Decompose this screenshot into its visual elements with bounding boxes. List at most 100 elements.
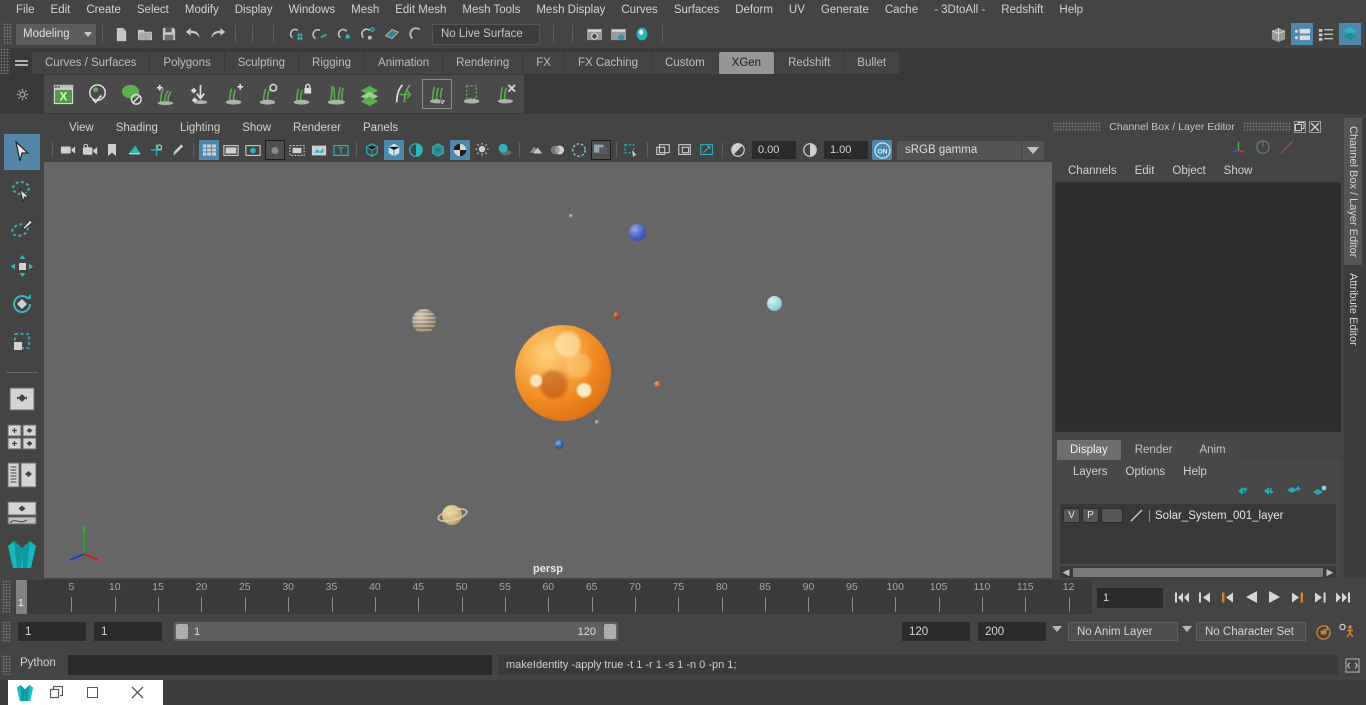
new-layer-icon[interactable]	[1286, 485, 1302, 500]
motion-blur-icon[interactable]	[547, 140, 567, 160]
layer-row[interactable]: V P Solar_System_001_layer	[1063, 507, 1333, 524]
menu-item-mesh-tools[interactable]: Mesh Tools	[454, 0, 528, 20]
attribute-editor-icon[interactable]	[1339, 23, 1361, 45]
menu-item-create[interactable]: Create	[78, 0, 129, 20]
go-to-end-icon[interactable]	[1333, 586, 1353, 608]
hypershade-icon[interactable]	[1315, 23, 1337, 45]
color-management-toggle-icon[interactable]: ON	[872, 140, 892, 160]
slash-icon[interactable]	[1279, 139, 1295, 158]
menu-item-3dtoall[interactable]: - 3DtoAll -	[926, 0, 993, 20]
persp-graph-layout[interactable]	[4, 495, 40, 531]
menu-item-deform[interactable]: Deform	[727, 0, 781, 20]
anim-layer-field[interactable]: No Anim Layer	[1068, 622, 1178, 641]
character-set-dropdown-icon[interactable]	[1182, 626, 1192, 632]
layer-editor-menu-layers[interactable]: Layers	[1064, 462, 1117, 482]
panel-grip-left[interactable]	[1053, 122, 1102, 132]
shelf-tab-polygons[interactable]: Polygons	[150, 52, 224, 74]
layer-editor-menu-options[interactable]: Options	[1117, 462, 1175, 482]
menu-item-windows[interactable]: Windows	[280, 0, 343, 20]
menu-item-file[interactable]: File	[8, 0, 43, 20]
render-sequence-icon[interactable]	[607, 23, 629, 45]
outliner-icon[interactable]	[1267, 23, 1289, 45]
scale-tool[interactable]	[4, 324, 40, 360]
layer-editor-tab-anim[interactable]: Anim	[1186, 440, 1239, 460]
menu-item-display[interactable]: Display	[227, 0, 281, 20]
menu-item-modify[interactable]: Modify	[177, 0, 227, 20]
shelf-tab-redshift[interactable]: Redshift	[775, 52, 844, 74]
animation-end-field[interactable]: 200	[978, 622, 1046, 641]
channel-box-menu-show[interactable]: Show	[1215, 160, 1262, 182]
ipr-render-icon[interactable]	[631, 23, 653, 45]
viewport-menu-panels[interactable]: Panels	[352, 118, 409, 138]
shelf-grip[interactable]	[0, 48, 10, 74]
current-frame-field[interactable]: 1	[1097, 588, 1163, 608]
shelf-tab-fx[interactable]: FX	[523, 52, 564, 74]
range-start-field[interactable]: 1	[94, 622, 162, 641]
layer-display-type-toggle[interactable]	[1101, 508, 1123, 523]
range-handle-left[interactable]	[176, 624, 188, 639]
menu-item-select[interactable]: Select	[129, 0, 177, 20]
make-live-icon[interactable]	[405, 23, 427, 45]
xgen-preview-disable-icon[interactable]	[114, 77, 148, 111]
anim-layer-dropdown-icon[interactable]	[1052, 626, 1062, 632]
film-gate-display-icon[interactable]	[675, 140, 695, 160]
scene-object-jupiter[interactable]	[412, 309, 436, 333]
node-editor-icon[interactable]	[1291, 23, 1313, 45]
layer-list[interactable]: V P Solar_System_001_layer	[1060, 504, 1336, 564]
delete-guide-icon[interactable]	[488, 77, 522, 111]
new-scene-icon[interactable]	[110, 23, 132, 45]
close-icon[interactable]	[1309, 121, 1321, 133]
viewport-menu-view[interactable]: View	[58, 118, 105, 138]
lighting-icon[interactable]	[472, 140, 492, 160]
scroll-left-icon[interactable]: ◀	[1060, 567, 1072, 578]
single-perspective-view-layout[interactable]	[4, 381, 40, 417]
step-forward-frame-icon[interactable]	[1287, 586, 1307, 608]
shadows-icon[interactable]	[494, 140, 514, 160]
range-slider-bar[interactable]: 1 120	[174, 622, 618, 641]
part-guides-icon[interactable]	[318, 77, 352, 111]
shelf-tab-custom[interactable]: Custom	[652, 52, 718, 74]
restore-window-icon[interactable]	[42, 686, 70, 699]
vertical-tab-channel-box-layer-editor[interactable]: Channel Box / Layer Editor	[1344, 118, 1362, 266]
menu-item-generate[interactable]: Generate	[813, 0, 877, 20]
menu-item-help[interactable]: Help	[1051, 0, 1091, 20]
exposure-value-field[interactable]: 0.00	[752, 141, 796, 159]
time-slider-track[interactable]: 1 5 10 15 20 25 30 35 40 45 50 55 60 65 70 75 80 85 90 95 1…	[16, 580, 1092, 614]
maya-app-icon[interactable]	[8, 684, 42, 702]
range-slider-grip[interactable]	[2, 621, 11, 643]
wireframe-shading-icon[interactable]	[362, 140, 382, 160]
panel-zoom-icon[interactable]	[697, 140, 717, 160]
outliner-persp-layout[interactable]	[4, 457, 40, 493]
channel-box-menu-edit[interactable]: Edit	[1126, 160, 1164, 182]
region-select-guides-icon[interactable]	[454, 77, 488, 111]
step-back-frame-icon[interactable]	[1218, 586, 1238, 608]
gate-mask-icon[interactable]	[265, 140, 285, 160]
menu-item-uv[interactable]: UV	[781, 0, 813, 20]
range-end-field[interactable]: 120	[902, 622, 970, 641]
screen-space-ao-icon[interactable]	[525, 140, 545, 160]
field-chart-icon[interactable]	[287, 140, 307, 160]
multisample-aa-icon[interactable]	[569, 140, 589, 160]
live-surface-field[interactable]: No Live Surface	[432, 23, 540, 45]
layer-mask-icon[interactable]	[352, 77, 386, 111]
layer-name[interactable]: Solar_System_001_layer	[1149, 509, 1284, 522]
script-editor-icon[interactable]	[1342, 655, 1362, 675]
exposure-icon[interactable]	[728, 140, 748, 160]
two-d-pan-zoom-icon[interactable]	[146, 140, 166, 160]
scene-object-moon[interactable]	[595, 420, 599, 424]
layer-editor-menu-help[interactable]: Help	[1174, 462, 1216, 482]
menu-item-mesh[interactable]: Mesh	[343, 0, 387, 20]
status-line-grip[interactable]	[3, 23, 12, 45]
bookmark-icon[interactable]	[102, 140, 122, 160]
grid-toggle-icon[interactable]	[199, 140, 219, 160]
save-scene-icon[interactable]	[158, 23, 180, 45]
scene-object-uranus[interactable]	[766, 295, 782, 311]
scroll-right-icon[interactable]: ▶	[1324, 567, 1336, 578]
shelf-tab-animation[interactable]: Animation	[365, 52, 443, 74]
step-back-keyframe-icon[interactable]	[1195, 586, 1215, 608]
snap-projected-center-icon[interactable]	[357, 23, 379, 45]
shelf-tab-bullet[interactable]: Bullet	[844, 52, 900, 74]
shelf-tab-rendering[interactable]: Rendering	[443, 52, 523, 74]
play-backwards-icon[interactable]	[1241, 586, 1261, 608]
resolution-gate-icon[interactable]	[243, 140, 263, 160]
